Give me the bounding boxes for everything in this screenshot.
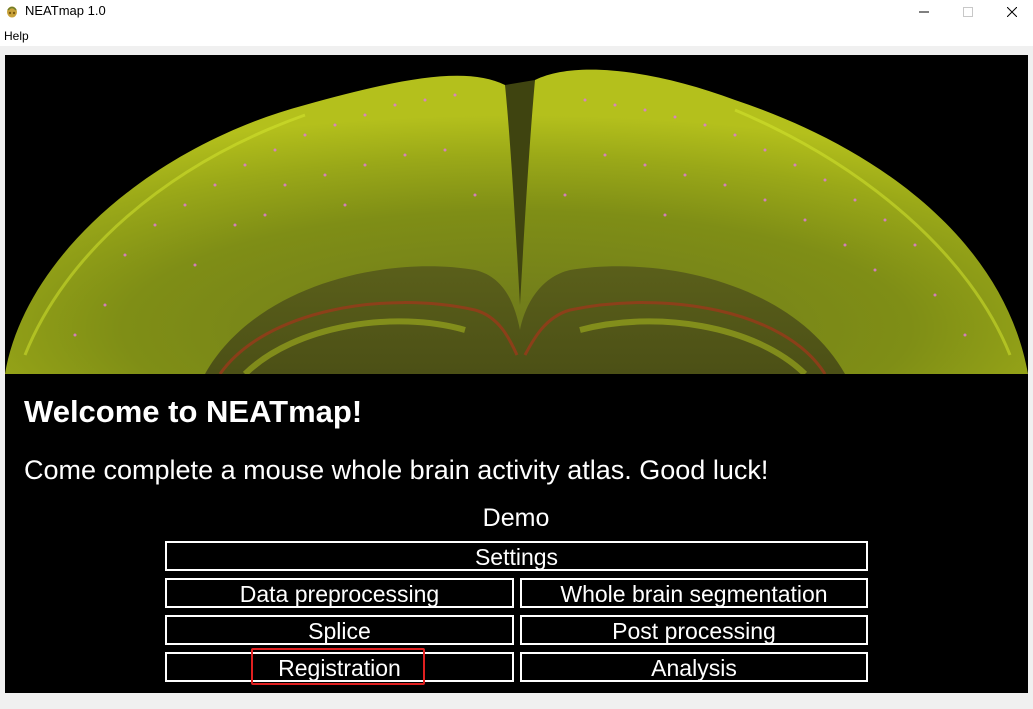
post-processing-button[interactable]: Post processing (520, 615, 868, 645)
menu-help[interactable]: Help (4, 29, 29, 43)
welcome-subtitle: Come complete a mouse whole brain activi… (24, 455, 769, 485)
analysis-button[interactable]: Analysis (520, 652, 868, 682)
main-panel: Welcome to NEATmap! Come complete a mous… (5, 55, 1028, 693)
close-icon (1007, 7, 1017, 17)
demo-label: Demo (482, 504, 550, 532)
minimize-button[interactable] (902, 0, 946, 24)
data-preprocessing-button[interactable]: Data preprocessing (165, 578, 514, 608)
maximize-icon (963, 7, 973, 17)
app-icon (5, 4, 19, 18)
menu-bar: Help (0, 24, 1033, 46)
close-button[interactable] (990, 0, 1033, 24)
welcome-heading: Welcome to NEATmap! (24, 394, 363, 429)
whole-brain-segmentation-button[interactable]: Whole brain segmentation (520, 578, 868, 608)
title-bar: NEATmap 1.0 (0, 0, 1033, 24)
splice-button[interactable]: Splice (165, 615, 514, 645)
settings-button[interactable]: Settings (165, 541, 868, 571)
brain-section-image (5, 55, 1028, 374)
window-title: NEATmap 1.0 (25, 3, 106, 18)
minimize-icon (919, 11, 929, 13)
registration-button[interactable]: Registration (165, 652, 514, 682)
maximize-button[interactable] (946, 0, 990, 24)
